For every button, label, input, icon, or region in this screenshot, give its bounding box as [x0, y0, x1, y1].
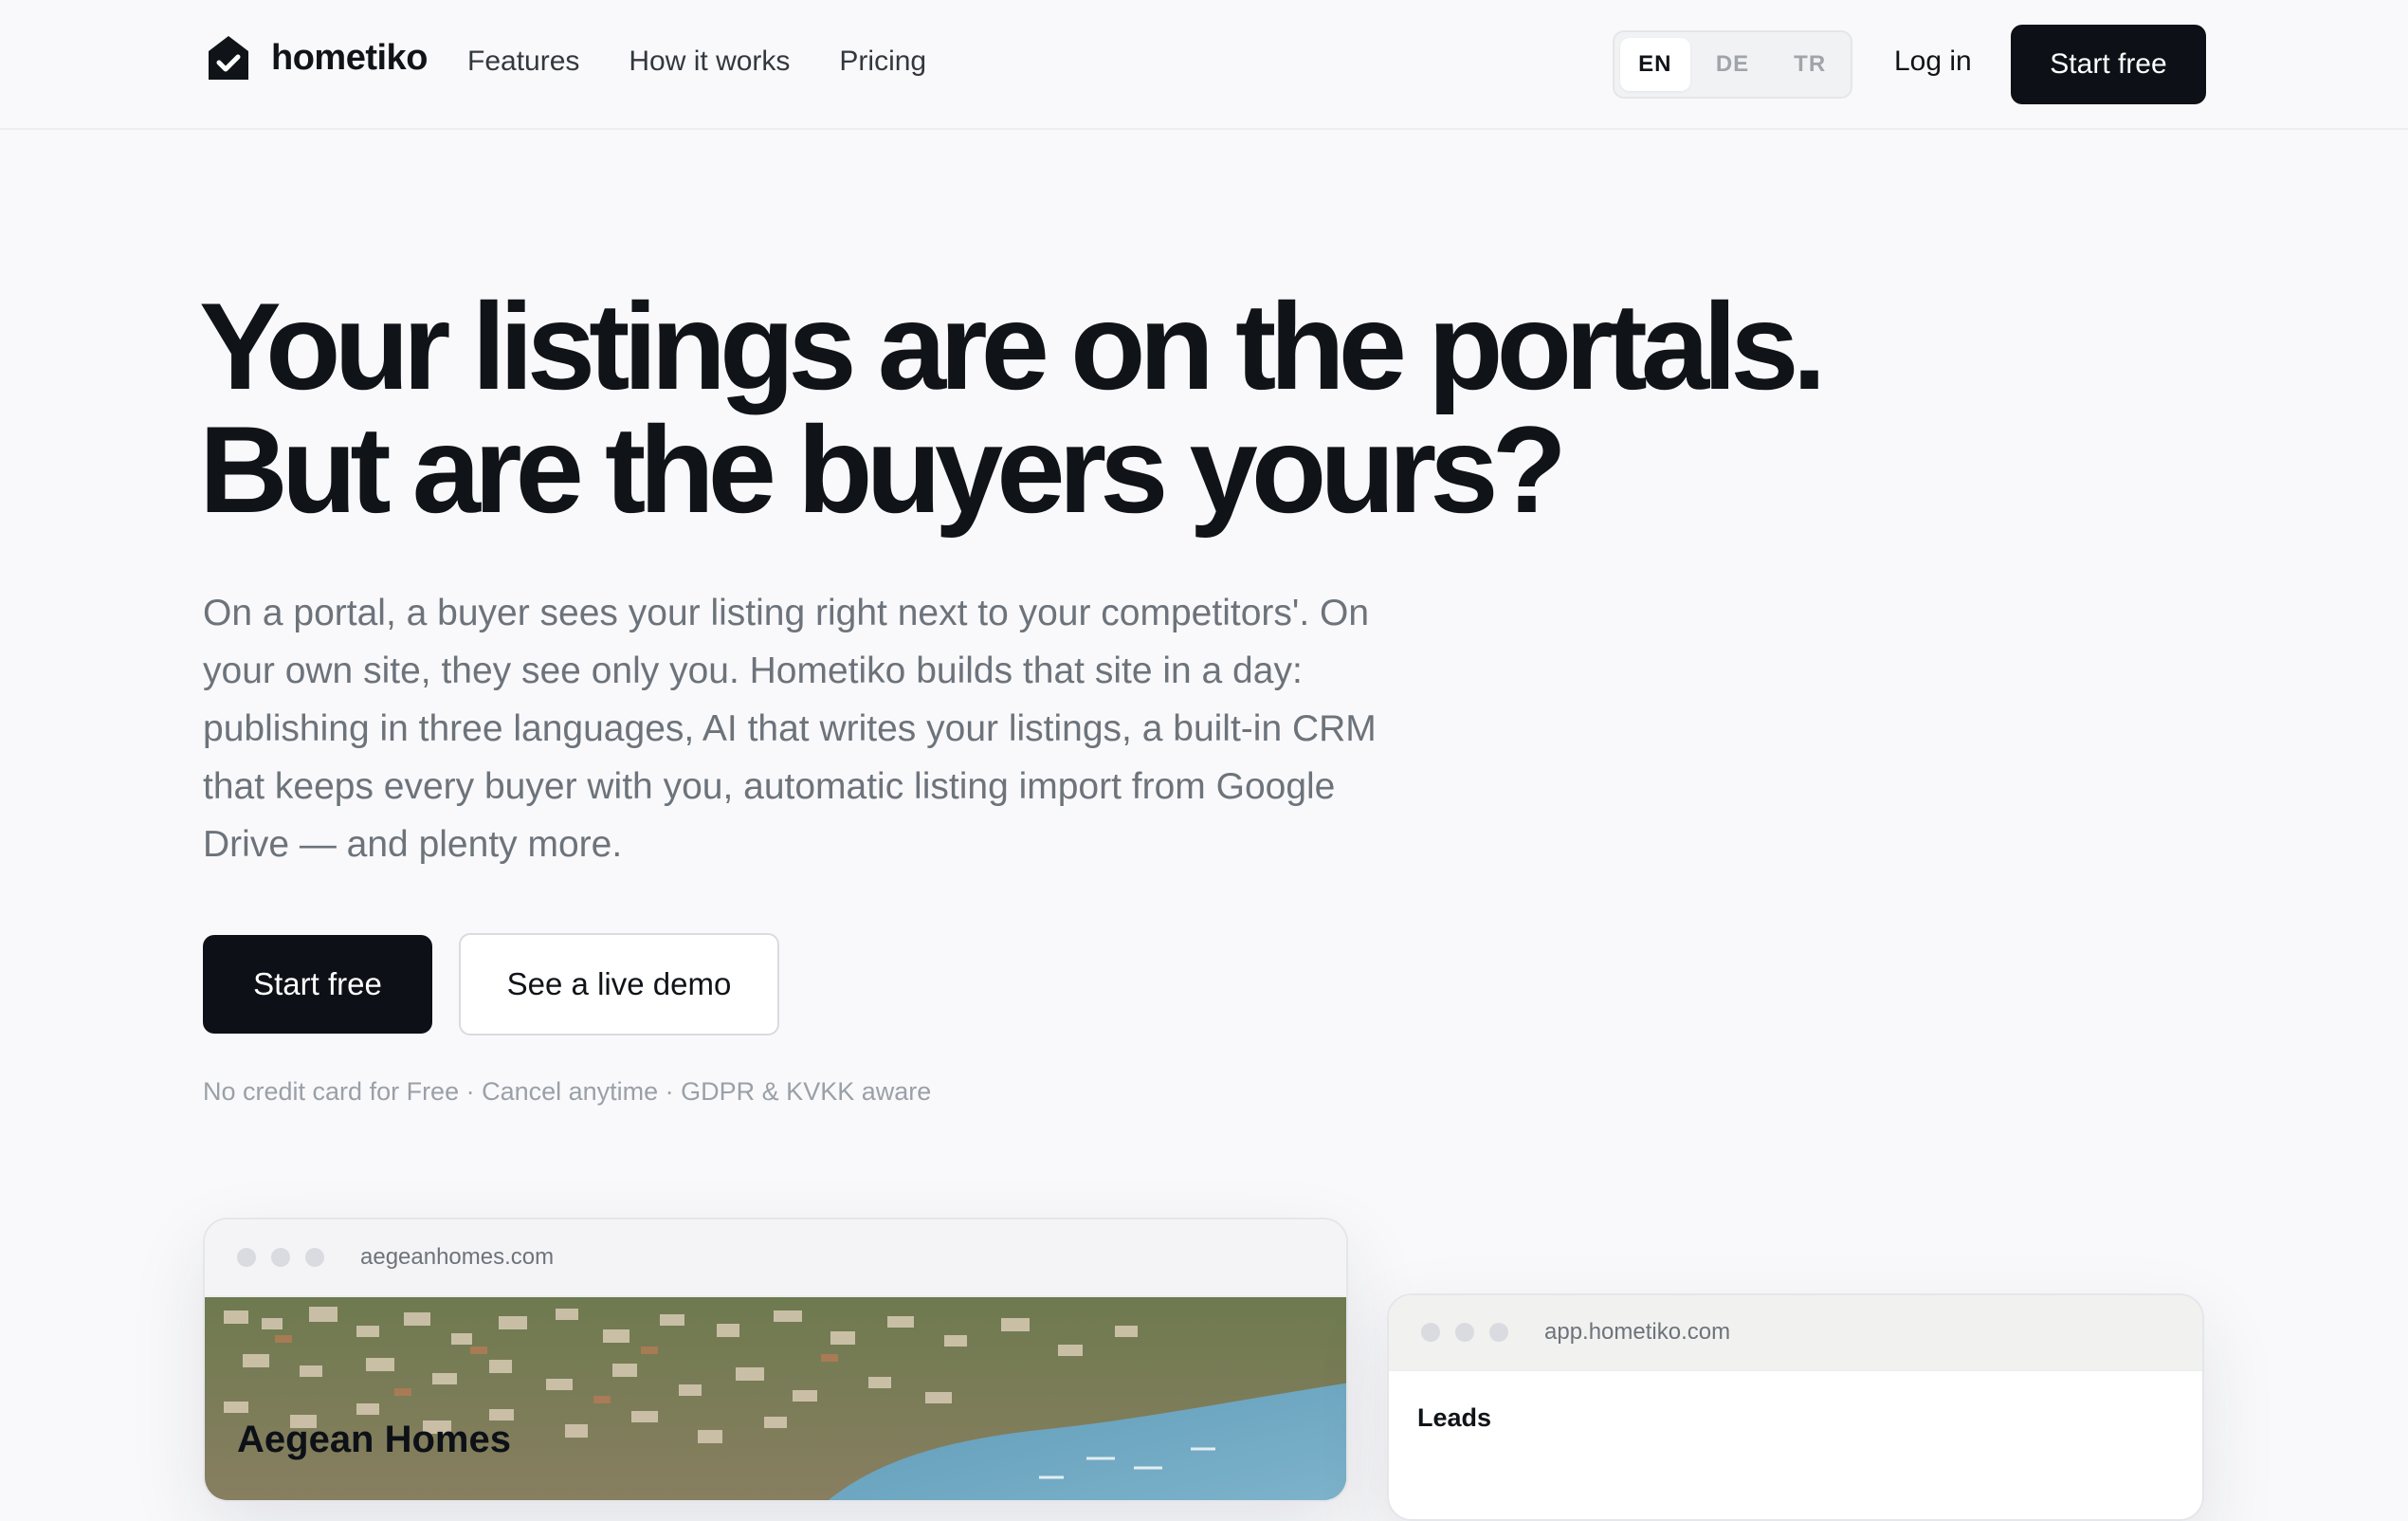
- app-body: Leads: [1389, 1371, 2202, 1465]
- trust-line: No credit card for Free · Cancel anytime…: [203, 1077, 932, 1106]
- preview-site-title: Aegean Homes: [237, 1419, 511, 1460]
- hero-headline-line-2: But are the buyers yours?: [199, 400, 1567, 539]
- house-check-icon: [209, 36, 248, 80]
- main-nav: Features How it works Pricing: [467, 46, 926, 78]
- app-preview-window: app.hometiko.com Leads: [1387, 1293, 2204, 1521]
- hero-headline: Your listings are on the portals. But ar…: [199, 284, 1906, 531]
- preview-url: aegeanhomes.com: [360, 1244, 555, 1270]
- window-dot: [237, 1248, 256, 1267]
- coastal-town-image: Aegean Homes: [205, 1297, 1346, 1500]
- live-demo-button[interactable]: See a live demo: [459, 933, 779, 1035]
- nav-item-pricing[interactable]: Pricing: [839, 46, 926, 78]
- language-switcher: EN DE TR: [1613, 30, 1852, 99]
- hero-headline-line-1: Your listings are on the portals.: [199, 277, 1827, 415]
- leads-heading: Leads: [1417, 1403, 1492, 1432]
- hero-cta-row: Start free See a live demo: [203, 933, 779, 1035]
- nav-item-how-it-works[interactable]: How it works: [629, 46, 790, 78]
- lang-option-tr[interactable]: TR: [1775, 38, 1845, 91]
- lang-option-en[interactable]: EN: [1620, 38, 1690, 91]
- lang-option-de[interactable]: DE: [1698, 38, 1768, 91]
- browser-chrome: app.hometiko.com: [1389, 1295, 2202, 1371]
- window-dot: [1489, 1323, 1508, 1342]
- window-dot: [1421, 1323, 1440, 1342]
- header-start-free-button[interactable]: Start free: [2011, 25, 2206, 104]
- start-free-button[interactable]: Start free: [203, 935, 432, 1034]
- window-dot: [305, 1248, 324, 1267]
- app-url: app.hometiko.com: [1544, 1319, 1731, 1345]
- site-header: hometiko Features How it works Pricing E…: [0, 0, 2408, 130]
- nav-item-features[interactable]: Features: [467, 46, 579, 78]
- site-preview-window: aegeanhomes.com Aegean Homes: [203, 1218, 1348, 1502]
- login-link[interactable]: Log in: [1894, 46, 1972, 78]
- browser-chrome: aegeanhomes.com: [205, 1219, 1346, 1297]
- brand-name: hometiko: [271, 37, 428, 78]
- window-dot: [271, 1248, 290, 1267]
- brand-logo[interactable]: hometiko: [207, 34, 428, 82]
- hero-subtext: On a portal, a buyer sees your listing r…: [203, 593, 1377, 865]
- window-dot: [1455, 1323, 1474, 1342]
